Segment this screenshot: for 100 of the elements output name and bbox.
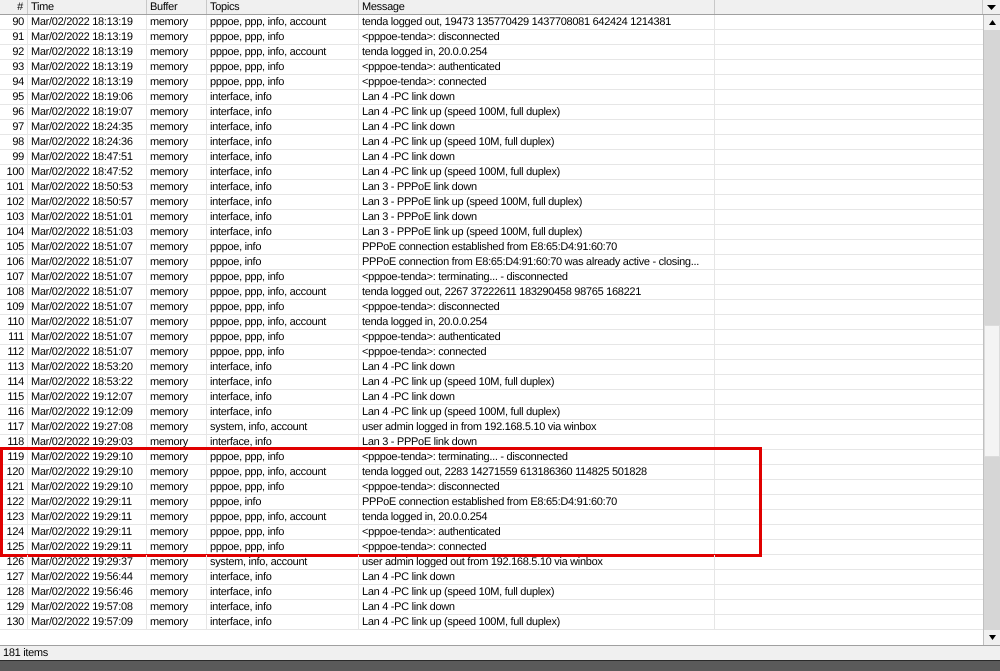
message-cell: <pppoe-tenda>: terminating... - disconnected xyxy=(359,270,715,284)
buffer-cell: memory xyxy=(147,345,207,359)
time-cell: Mar/02/2022 19:29:10 xyxy=(28,465,147,479)
column-header[interactable]: # xyxy=(0,0,28,14)
message-cell: <pppoe-tenda>: authenticated xyxy=(359,60,715,74)
buffer-cell: memory xyxy=(147,330,207,344)
message-cell: <pppoe-tenda>: disconnected xyxy=(359,30,715,44)
row-number: 114 xyxy=(0,375,28,389)
topics-cell: system, info, account xyxy=(207,555,359,569)
topics-cell: interface, info xyxy=(207,135,359,149)
buffer-cell: memory xyxy=(147,315,207,329)
column-header[interactable]: Buffer xyxy=(147,0,207,14)
time-cell: Mar/02/2022 18:47:51 xyxy=(28,150,147,164)
message-cell: Lan 4 -PC link up (speed 100M, full duplex) xyxy=(359,615,715,629)
scroll-down-button[interactable] xyxy=(984,630,1000,645)
message-cell: Lan 4 -PC link up (speed 10M, full duplex) xyxy=(359,585,715,599)
column-header[interactable]: Topics xyxy=(207,0,359,14)
row-number: 112 xyxy=(0,345,28,359)
buffer-cell: memory xyxy=(147,375,207,389)
topics-cell: interface, info xyxy=(207,210,359,224)
scroll-up-button[interactable] xyxy=(984,15,1000,30)
message-cell: Lan 4 -PC link up (speed 100M, full duplex) xyxy=(359,165,715,179)
time-cell: Mar/02/2022 19:29:11 xyxy=(28,495,147,509)
time-cell: Mar/02/2022 19:29:37 xyxy=(28,555,147,569)
buffer-cell: memory xyxy=(147,15,207,29)
topics-cell: interface, info xyxy=(207,180,359,194)
column-header[interactable]: Time xyxy=(28,0,147,14)
buffer-cell: memory xyxy=(147,135,207,149)
time-cell: Mar/02/2022 19:29:03 xyxy=(28,435,147,449)
column-header[interactable]: Message xyxy=(359,0,715,14)
topics-cell: pppoe, ppp, info xyxy=(207,300,359,314)
message-cell: Lan 4 -PC link up (speed 100M, full duplex) xyxy=(359,405,715,419)
time-cell: Mar/02/2022 18:19:06 xyxy=(28,90,147,104)
row-number: 91 xyxy=(0,30,28,44)
topics-cell: pppoe, info xyxy=(207,240,359,254)
scrollbar-thumb[interactable] xyxy=(984,325,1000,457)
time-cell: Mar/02/2022 18:13:19 xyxy=(28,60,147,74)
time-cell: Mar/02/2022 18:53:20 xyxy=(28,360,147,374)
row-number: 121 xyxy=(0,480,28,494)
message-cell: tenda logged in, 20.0.0.254 xyxy=(359,510,715,524)
row-number: 119 xyxy=(0,450,28,464)
topics-cell: pppoe, ppp, info xyxy=(207,480,359,494)
message-cell: tenda logged out, 2283 14271559 613186360 114825 501828 xyxy=(359,465,715,479)
topics-cell: interface, info xyxy=(207,165,359,179)
buffer-cell: memory xyxy=(147,210,207,224)
buffer-cell: memory xyxy=(147,30,207,44)
buffer-cell: memory xyxy=(147,465,207,479)
message-cell: Lan 4 -PC link down xyxy=(359,150,715,164)
time-cell: Mar/02/2022 18:50:53 xyxy=(28,180,147,194)
message-cell: Lan 3 - PPPoE link down xyxy=(359,210,715,224)
buffer-cell: memory xyxy=(147,405,207,419)
buffer-cell: memory xyxy=(147,360,207,374)
row-number: 115 xyxy=(0,390,28,404)
caret-icon xyxy=(987,4,996,10)
time-cell: Mar/02/2022 18:13:19 xyxy=(28,15,147,29)
message-cell: Lan 4 -PC link up (speed 10M, full duplex) xyxy=(359,135,715,149)
time-cell: Mar/02/2022 19:29:11 xyxy=(28,525,147,539)
buffer-cell: memory xyxy=(147,195,207,209)
row-number: 129 xyxy=(0,600,28,614)
topics-cell: interface, info xyxy=(207,150,359,164)
message-cell: user admin logged in from 192.168.5.10 via winbox xyxy=(359,420,715,434)
message-cell: Lan 3 - PPPoE link up (speed 100M, full duplex) xyxy=(359,225,715,239)
row-number: 128 xyxy=(0,585,28,599)
topics-cell: pppoe, ppp, info xyxy=(207,330,359,344)
row-number: 111 xyxy=(0,330,28,344)
row-number: 92 xyxy=(0,45,28,59)
message-cell: Lan 4 -PC link down xyxy=(359,600,715,614)
buffer-cell: memory xyxy=(147,390,207,404)
time-cell: Mar/02/2022 18:47:52 xyxy=(28,165,147,179)
time-cell: Mar/02/2022 18:13:19 xyxy=(28,75,147,89)
row-number: 118 xyxy=(0,435,28,449)
topics-cell: pppoe, ppp, info xyxy=(207,270,359,284)
message-cell: Lan 4 -PC link down xyxy=(359,570,715,584)
time-cell: Mar/02/2022 18:51:01 xyxy=(28,210,147,224)
vertical-scrollbar[interactable] xyxy=(983,15,1000,645)
message-cell: user admin logged out from 192.168.5.10 via winbox xyxy=(359,555,715,569)
message-cell: Lan 4 -PC link up (speed 100M, full duplex) xyxy=(359,105,715,119)
row-number: 122 xyxy=(0,495,28,509)
topics-cell: interface, info xyxy=(207,120,359,134)
buffer-cell: memory xyxy=(147,120,207,134)
buffer-cell: memory xyxy=(147,495,207,509)
topics-cell: pppoe, ppp, info xyxy=(207,30,359,44)
topics-cell: interface, info xyxy=(207,225,359,239)
time-cell: Mar/02/2022 18:13:19 xyxy=(28,30,147,44)
row-number: 123 xyxy=(0,510,28,524)
buffer-cell: memory xyxy=(147,45,207,59)
message-cell: <pppoe-tenda>: terminating... - disconnected xyxy=(359,450,715,464)
message-cell: tenda logged in, 20.0.0.254 xyxy=(359,315,715,329)
buffer-cell: memory xyxy=(147,60,207,74)
row-number: 99 xyxy=(0,150,28,164)
time-cell: Mar/02/2022 18:19:07 xyxy=(28,105,147,119)
message-cell: Lan 4 -PC link down xyxy=(359,120,715,134)
buffer-cell: memory xyxy=(147,240,207,254)
time-cell: Mar/02/2022 19:29:11 xyxy=(28,510,147,524)
buffer-cell: memory xyxy=(147,555,207,569)
message-cell: <pppoe-tenda>: connected xyxy=(359,540,715,554)
time-cell: Mar/02/2022 18:53:22 xyxy=(28,375,147,389)
message-cell: <pppoe-tenda>: authenticated xyxy=(359,525,715,539)
message-cell: PPPoE connection established from E8:65:D4:91:60:70 xyxy=(359,240,715,254)
buffer-cell: memory xyxy=(147,570,207,584)
